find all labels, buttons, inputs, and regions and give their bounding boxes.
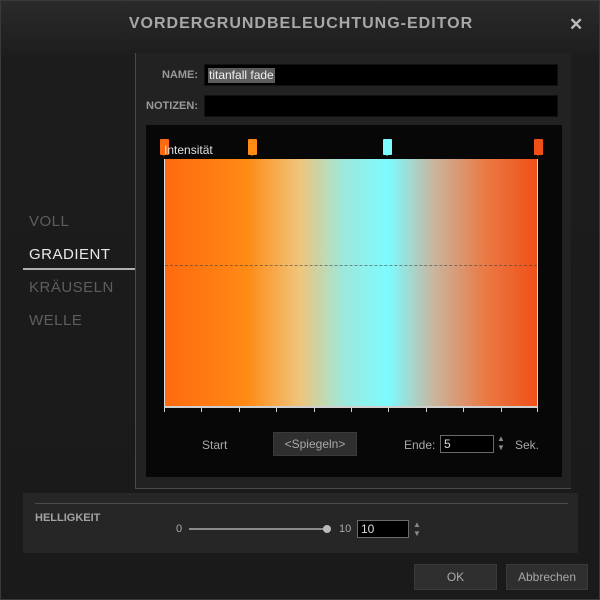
gradient-preview[interactable] — [164, 159, 538, 406]
end-label: Ende: — [404, 438, 436, 452]
brightness-max-label: 10 — [339, 523, 352, 535]
timeline-tick — [426, 406, 427, 412]
editor-window: VORDERGRUNDBELEUCHTUNG-EDITOR ✕ VOLL GRA… — [0, 0, 600, 600]
seconds-unit-label: Sek. — [515, 438, 540, 452]
brightness-section: HELLIGKEIT 0 10 10 ▲ ▼ — [23, 493, 578, 553]
timeline-tick — [164, 406, 165, 412]
gradient-stop-marker[interactable] — [533, 139, 543, 156]
notes-input[interactable] — [204, 95, 558, 117]
name-label: NAME: — [161, 69, 198, 81]
timeline-tick — [388, 406, 389, 412]
brightness-input[interactable]: 10 — [357, 520, 409, 538]
brightness-min-label: 0 — [176, 523, 183, 535]
ok-button[interactable]: OK — [414, 564, 497, 590]
effect-nav: VOLL GRADIENT KRÄUSELN WELLE — [23, 211, 135, 343]
end-spinner-down-icon[interactable]: ▼ — [497, 444, 505, 452]
name-input[interactable]: titanfall fade — [204, 64, 558, 86]
gradient-editor: Intensität Start <Spiegeln> Ende: 5 ▲ ▼ … — [146, 125, 562, 477]
nav-item-welle[interactable]: WELLE — [23, 310, 135, 343]
timeline-tick — [537, 406, 538, 412]
nav-item-kraeuseln[interactable]: KRÄUSELN — [23, 277, 135, 310]
gradient-stop-marker[interactable] — [382, 139, 392, 156]
gradient-midline — [165, 265, 537, 266]
timeline-tick — [314, 406, 315, 412]
timeline-tick — [201, 406, 202, 412]
end-spinner-up-icon[interactable]: ▲ — [497, 435, 505, 443]
brightness-slider-thumb[interactable] — [323, 525, 331, 533]
nav-item-voll[interactable]: VOLL — [23, 211, 135, 244]
cancel-button[interactable]: Abbrechen — [506, 564, 588, 590]
timeline-tick — [463, 406, 464, 412]
brightness-spinner-down-icon[interactable]: ▼ — [413, 530, 421, 538]
timeline-tick — [501, 406, 502, 412]
timeline-axis — [164, 406, 538, 415]
intensity-label: Intensität — [164, 143, 213, 157]
start-label: Start — [202, 438, 228, 452]
name-value: titanfall fade — [208, 68, 275, 83]
effect-panel: NAME: titanfall fade NOTIZEN: Intensität… — [135, 53, 571, 489]
end-input[interactable]: 5 — [440, 435, 494, 453]
brightness-slider-track[interactable] — [189, 528, 329, 530]
window-title: VORDERGRUNDBELEUCHTUNG-EDITOR — [128, 15, 474, 32]
notes-label: NOTIZEN: — [146, 100, 198, 112]
timeline-tick — [239, 406, 240, 412]
brightness-spinner-up-icon[interactable]: ▲ — [413, 521, 421, 529]
timeline-tick — [351, 406, 352, 412]
close-icon[interactable]: ✕ — [569, 15, 583, 35]
brightness-label: HELLIGKEIT — [35, 512, 101, 524]
brightness-divider — [35, 503, 568, 504]
nav-item-gradient[interactable]: GRADIENT — [23, 244, 135, 277]
timeline-tick — [276, 406, 277, 412]
gradient-stop-marker[interactable] — [248, 139, 258, 156]
mirror-button[interactable]: <Spiegeln> — [273, 432, 357, 456]
